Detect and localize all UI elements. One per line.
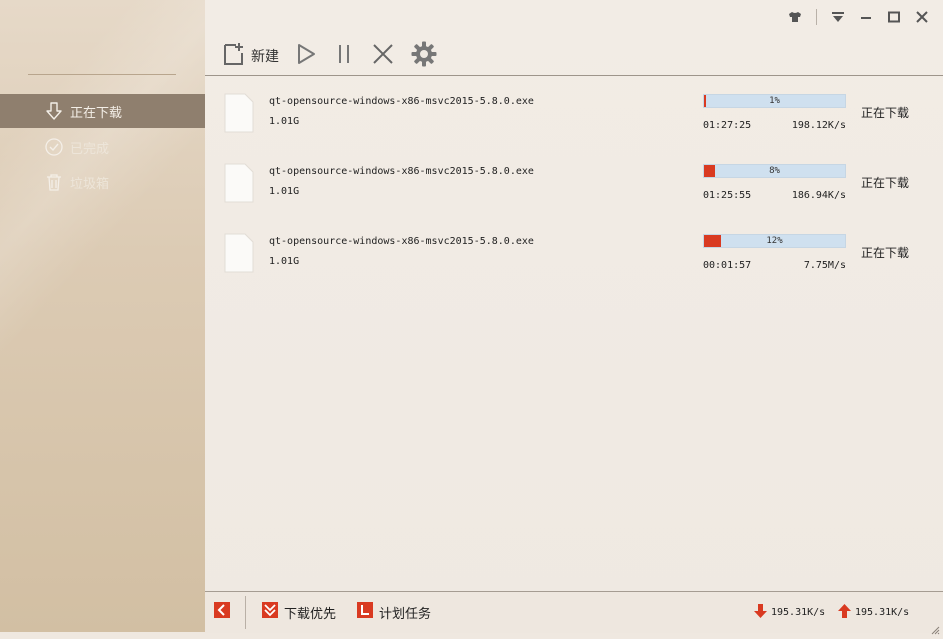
pause-button[interactable] [333, 42, 355, 70]
upload-speed-value: 195.31K/s [855, 607, 910, 618]
file-size: 1.01G [269, 186, 300, 197]
menu-icon[interactable] [829, 8, 847, 26]
arrow-down-icon [754, 604, 767, 621]
progress-bar: 12% [703, 234, 846, 248]
progress-label: 8% [769, 166, 780, 176]
progress-bar: 1% [703, 94, 846, 108]
file-name: qt-opensource-windows-x86-msvc2015-5.8.0… [269, 96, 534, 107]
download-speed-value: 195.31K/s [771, 607, 826, 618]
file-size: 1.01G [269, 116, 300, 127]
status-bar: 下载优先 计划任务 195.31K/s 195.31K/s [205, 591, 943, 635]
download-priority-label: 下载优先 [284, 606, 337, 622]
maximize-icon[interactable] [885, 8, 903, 26]
download-status: 正在下载 [861, 246, 910, 260]
download-speed: 198.12K/s [791, 120, 846, 131]
remaining-time: 00:01:57 [703, 260, 752, 271]
sidebar-item-completed[interactable]: 已完成 [0, 130, 205, 164]
download-row[interactable]: qt-opensource-windows-x86-msvc2015-5.8.0… [205, 91, 943, 147]
remaining-time: 01:25:55 [703, 190, 752, 201]
download-status: 正在下载 [861, 106, 910, 120]
priority-icon [262, 602, 278, 622]
schedule-icon [357, 602, 373, 622]
sidebar-item-label: 正在下载 [70, 105, 123, 121]
toolbar: 新建 [223, 40, 453, 72]
file-icon [224, 163, 254, 203]
minimize-icon[interactable] [857, 8, 875, 26]
new-button-label: 新建 [251, 49, 279, 65]
status-bar-separator [245, 596, 246, 629]
trash-icon [44, 172, 64, 192]
sidebar-item-label: 垃圾箱 [70, 176, 110, 192]
delete-button[interactable] [371, 42, 395, 70]
new-button[interactable]: 新建 [223, 42, 279, 70]
arrow-up-icon [838, 604, 851, 621]
scheduled-tasks-button[interactable]: 计划任务 [357, 602, 431, 622]
play-icon [295, 42, 317, 70]
start-button[interactable] [295, 42, 317, 70]
toolbar-divider [205, 75, 943, 76]
collapse-sidebar-button[interactable] [214, 602, 230, 622]
download-status: 正在下载 [861, 176, 910, 190]
download-speed: 7.75M/s [803, 260, 846, 271]
scheduled-tasks-label: 计划任务 [379, 606, 432, 622]
window-controls-separator [816, 9, 817, 25]
sidebar-divider [28, 74, 176, 75]
progress-bar: 8% [703, 164, 846, 178]
progress-label: 12% [766, 236, 783, 246]
file-icon [224, 93, 254, 133]
file-name: qt-opensource-windows-x86-msvc2015-5.8.0… [269, 236, 534, 247]
file-name: qt-opensource-windows-x86-msvc2015-5.8.0… [269, 166, 534, 177]
sidebar-item-downloading[interactable]: 正在下载 [0, 94, 205, 128]
new-file-icon [223, 42, 245, 70]
resize-grip-icon[interactable] [930, 620, 940, 635]
download-speed: 186.94K/s [791, 190, 846, 201]
sidebar-shine [0, 0, 205, 482]
sidebar-item-label: 已完成 [70, 141, 110, 157]
file-size: 1.01G [269, 256, 300, 267]
main-panel: 新建 qt-opensource-windows-x86-msvc2015-5.… [205, 0, 943, 635]
close-icon[interactable] [913, 8, 931, 26]
delete-icon [371, 42, 395, 70]
arrow-left-icon [214, 602, 230, 622]
window-controls [786, 8, 931, 26]
download-icon [44, 101, 64, 121]
pause-icon [333, 42, 355, 70]
settings-button[interactable] [411, 41, 437, 71]
download-row[interactable]: qt-opensource-windows-x86-msvc2015-5.8.0… [205, 161, 943, 217]
skin-icon[interactable] [786, 8, 804, 26]
file-icon [224, 233, 254, 273]
download-priority-button[interactable]: 下载优先 [262, 602, 336, 622]
sidebar-item-trash[interactable]: 垃圾箱 [0, 165, 205, 199]
gear-icon [411, 41, 437, 71]
download-speed-total: 195.31K/s [754, 604, 825, 621]
download-row[interactable]: qt-opensource-windows-x86-msvc2015-5.8.0… [205, 231, 943, 287]
upload-speed-total: 195.31K/s [838, 604, 909, 621]
sidebar: 正在下载 已完成 垃圾箱 [0, 0, 205, 632]
remaining-time: 01:27:25 [703, 120, 752, 131]
progress-label: 1% [769, 96, 780, 106]
check-circle-icon [44, 137, 64, 157]
